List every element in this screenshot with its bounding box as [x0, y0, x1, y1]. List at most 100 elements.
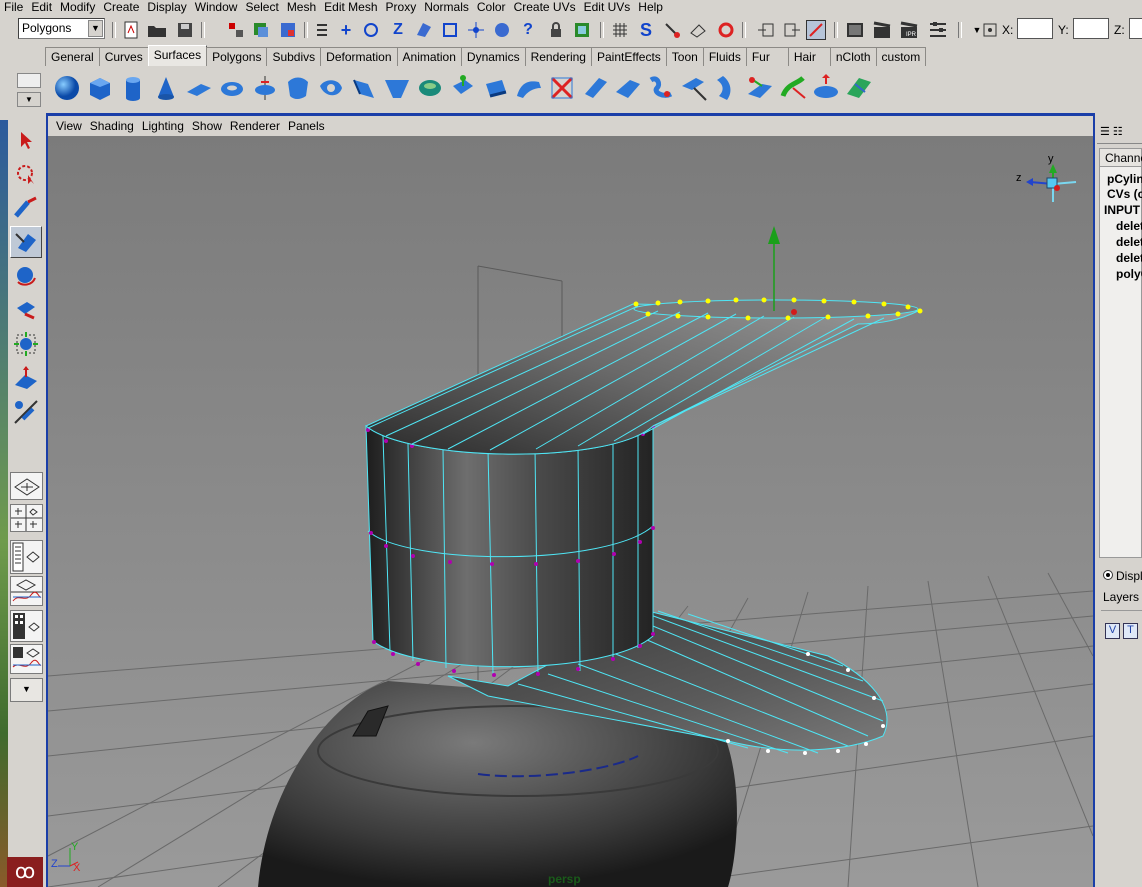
- tab-custom[interactable]: custom: [875, 47, 927, 66]
- panel-menu-renderer[interactable]: Renderer: [226, 119, 284, 133]
- visibility-toggle[interactable]: V: [1105, 623, 1120, 639]
- align-icon[interactable]: [743, 71, 776, 105]
- menu-normals[interactable]: Normals: [420, 0, 473, 14]
- tab-rendering[interactable]: Rendering: [524, 47, 592, 66]
- transform-field-icon[interactable]: [980, 20, 1000, 40]
- input-item[interactable]: delet: [1116, 251, 1142, 265]
- layout-dropdown[interactable]: ▼: [10, 678, 43, 702]
- select-hierarchy-icon[interactable]: [226, 20, 246, 40]
- trim-icon[interactable]: [611, 71, 644, 105]
- separator[interactable]: [834, 22, 838, 38]
- tab-surfaces[interactable]: Surfaces: [147, 45, 208, 66]
- snap-curve-icon[interactable]: S: [636, 20, 656, 40]
- birail-icon[interactable]: [380, 71, 413, 105]
- loft-icon[interactable]: [281, 71, 314, 105]
- select-by-handles-icon[interactable]: [312, 20, 332, 40]
- input-ops-icon[interactable]: [756, 20, 776, 40]
- intersect-icon[interactable]: [545, 71, 578, 105]
- tab-dynamics[interactable]: Dynamics: [460, 47, 526, 66]
- move-tool-icon[interactable]: [10, 226, 42, 258]
- nurbs-cube-icon[interactable]: [83, 71, 116, 105]
- select-tool-icon[interactable]: [10, 124, 42, 156]
- render-settings-icon[interactable]: [928, 20, 948, 40]
- output-ops-icon[interactable]: [782, 20, 802, 40]
- snap-grid-icon[interactable]: [610, 20, 630, 40]
- new-scene-icon[interactable]: [121, 20, 141, 40]
- lock-selection-icon[interactable]: [546, 20, 566, 40]
- attribute-editor-icon[interactable]: ☷: [1113, 125, 1123, 139]
- layers-label[interactable]: Layers: [1103, 590, 1142, 604]
- select-surfaces-icon[interactable]: [414, 20, 434, 40]
- tab-subdivs[interactable]: Subdivs: [266, 47, 322, 66]
- layout-hypershade-persp[interactable]: [10, 610, 43, 642]
- rotate-tool-icon[interactable]: [10, 260, 42, 292]
- select-component-icon[interactable]: [278, 20, 298, 40]
- nurbs-cylinder-icon[interactable]: [116, 71, 149, 105]
- construction-history-icon[interactable]: [806, 20, 826, 40]
- menu-edit[interactable]: Edit: [27, 0, 56, 14]
- open-close-icon[interactable]: [776, 71, 809, 105]
- panel-menu-view[interactable]: View: [52, 119, 86, 133]
- separator[interactable]: [600, 22, 604, 38]
- layout-outliner-persp[interactable]: [10, 540, 43, 574]
- channel-box-tab[interactable]: Channel: [1099, 148, 1142, 166]
- highlight-selection-icon[interactable]: [572, 20, 592, 40]
- select-points-icon[interactable]: +: [336, 20, 356, 40]
- channel-box-layout-icon[interactable]: ☰: [1100, 125, 1110, 139]
- display-label[interactable]: Displ: [1116, 569, 1142, 583]
- detach-icon[interactable]: [710, 71, 743, 105]
- menu-help[interactable]: Help: [634, 0, 667, 14]
- menu-set-dropdown[interactable]: Polygons ▼: [18, 18, 105, 39]
- panel-menu-show[interactable]: Show: [188, 119, 226, 133]
- template-toggle[interactable]: T: [1123, 623, 1138, 639]
- menu-modify[interactable]: Modify: [56, 0, 99, 14]
- panel-menu-shading[interactable]: Shading: [86, 119, 138, 133]
- make-live-icon[interactable]: [716, 20, 736, 40]
- input-item[interactable]: delet: [1116, 235, 1142, 249]
- extend-icon[interactable]: [842, 71, 875, 105]
- bevel-plus-icon[interactable]: [512, 71, 545, 105]
- menu-create[interactable]: Create: [99, 0, 143, 14]
- lasso-tool-icon[interactable]: [10, 158, 42, 190]
- panel-menu-lighting[interactable]: Lighting: [138, 119, 188, 133]
- open-scene-icon[interactable]: [147, 20, 167, 40]
- x-field[interactable]: [1017, 18, 1053, 39]
- tab-painteffects[interactable]: PaintEffects: [590, 47, 667, 66]
- menu-color[interactable]: Color: [473, 0, 510, 14]
- panel-menu-panels[interactable]: Panels: [284, 119, 329, 133]
- bevel-icon[interactable]: [479, 71, 512, 105]
- nurbs-plane-icon[interactable]: [182, 71, 215, 105]
- planar-icon[interactable]: [314, 71, 347, 105]
- maya-logo-icon[interactable]: ꝏ: [7, 857, 43, 887]
- select-deformations-icon[interactable]: [440, 20, 460, 40]
- scale-tool-icon[interactable]: [10, 294, 42, 326]
- input-item[interactable]: polyC: [1116, 267, 1142, 281]
- display-radio[interactable]: [1103, 570, 1113, 580]
- z-field[interactable]: [1129, 18, 1142, 39]
- square-icon[interactable]: [446, 71, 479, 105]
- insert-isoparm-icon[interactable]: [809, 71, 842, 105]
- show-manipulator-icon[interactable]: [10, 396, 42, 428]
- menu-edit-mesh[interactable]: Edit Mesh: [320, 0, 381, 14]
- tab-deformation[interactable]: Deformation: [320, 47, 398, 66]
- snap-view-plane-icon[interactable]: [688, 20, 708, 40]
- viewport-3d[interactable]: y z Y Z X persp: [48, 136, 1093, 887]
- chevron-down-icon[interactable]: ▼: [88, 20, 103, 37]
- boundary-icon[interactable]: [413, 71, 446, 105]
- layout-persp-outliner-graph[interactable]: [10, 644, 43, 674]
- nurbs-sphere-icon[interactable]: [50, 71, 83, 105]
- tab-ncloth[interactable]: nCloth: [829, 47, 877, 66]
- shelf-editor-button[interactable]: [17, 73, 41, 88]
- menu-file[interactable]: File: [0, 0, 27, 14]
- tab-hair[interactable]: Hair: [787, 47, 831, 66]
- select-params-icon[interactable]: [361, 20, 381, 40]
- select-dynamics-icon[interactable]: [466, 20, 486, 40]
- select-curves-icon[interactable]: Z: [388, 20, 408, 40]
- attach-icon[interactable]: [677, 71, 710, 105]
- menu-mesh[interactable]: Mesh: [283, 0, 320, 14]
- menu-select[interactable]: Select: [241, 0, 282, 14]
- tab-toon[interactable]: Toon: [665, 47, 704, 66]
- soft-modification-icon[interactable]: [10, 362, 42, 394]
- revolve-icon[interactable]: [248, 71, 281, 105]
- cvs-label[interactable]: CVs (c: [1107, 187, 1142, 201]
